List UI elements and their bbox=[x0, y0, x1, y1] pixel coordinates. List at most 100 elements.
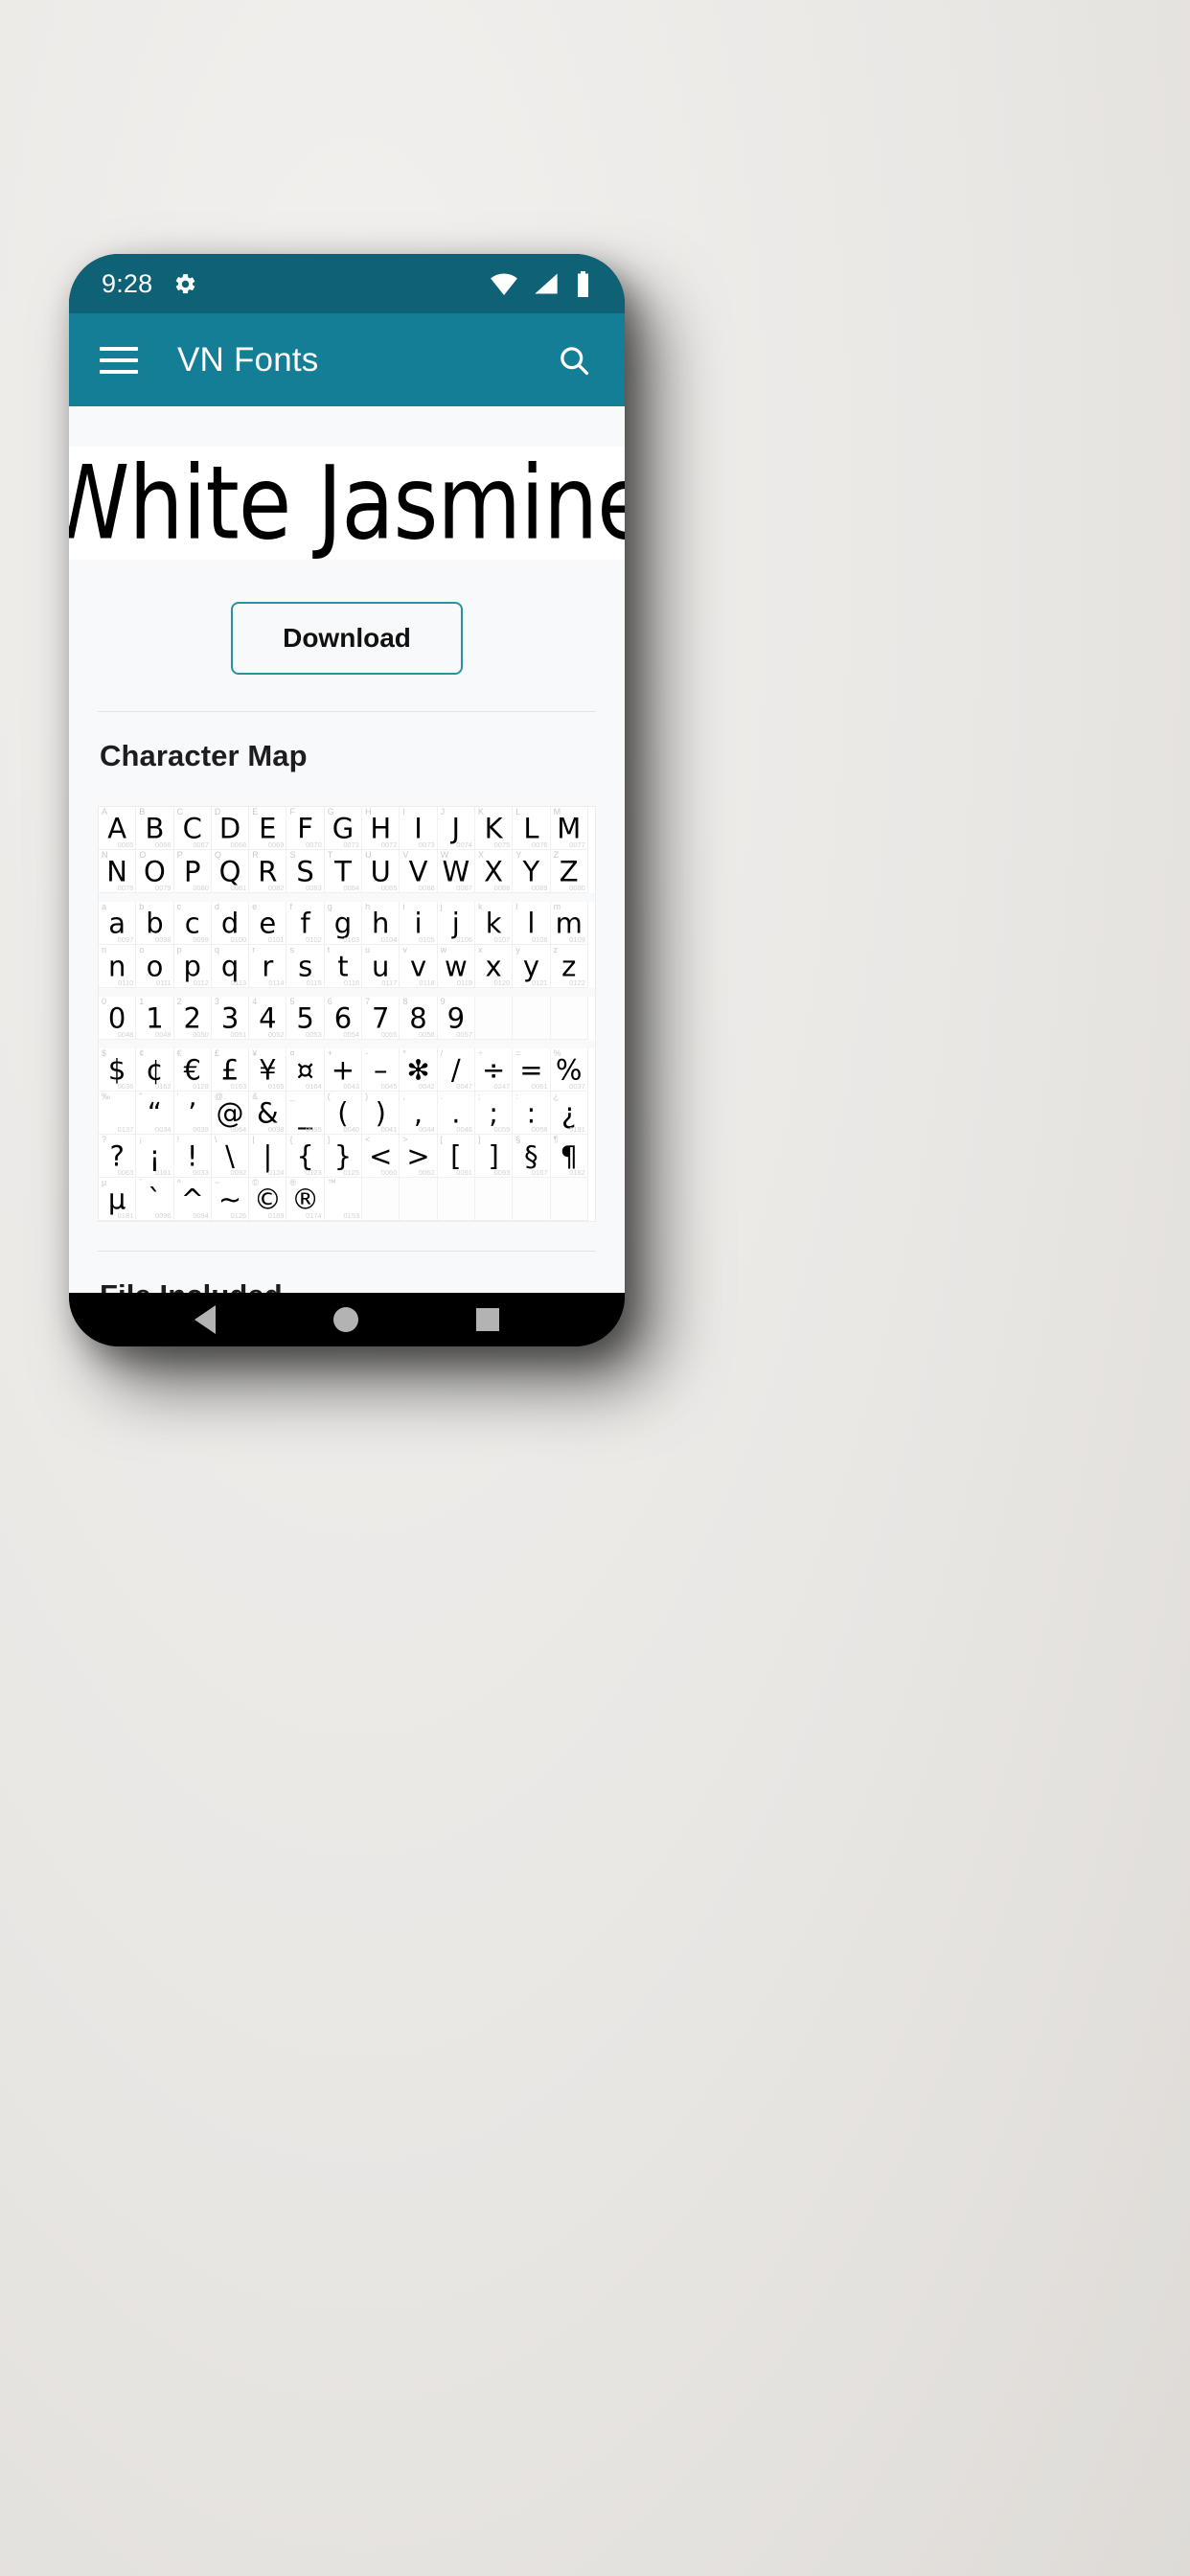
home-circle-icon[interactable] bbox=[332, 1307, 358, 1332]
character-cell[interactable]: M M 0077 bbox=[550, 807, 588, 850]
download-button[interactable]: Download bbox=[231, 602, 463, 675]
recents-square-icon[interactable] bbox=[475, 1308, 499, 1331]
character-cell[interactable]: t t 0116 bbox=[324, 945, 363, 988]
character-cell[interactable]: ` ` 0096 bbox=[136, 1178, 174, 1221]
character-cell[interactable]: ¤ ¤ 0164 bbox=[286, 1048, 325, 1092]
character-cell[interactable]: r r 0114 bbox=[249, 945, 287, 988]
character-cell[interactable]: k k 0107 bbox=[474, 902, 514, 945]
character-cell[interactable]: ¶ ¶ 0182 bbox=[550, 1135, 588, 1178]
character-cell[interactable]: i i 0105 bbox=[400, 902, 438, 945]
character-cell[interactable]: 0 0 0048 bbox=[99, 997, 137, 1040]
character-cell[interactable]: {{0123 bbox=[286, 1135, 325, 1178]
character-cell[interactable]: \ \ 0092 bbox=[211, 1135, 250, 1178]
character-cell[interactable]: p p 0112 bbox=[173, 945, 212, 988]
character-cell[interactable]: .. 0046 bbox=[437, 1092, 475, 1135]
character-cell[interactable]: J J 0074 bbox=[437, 807, 475, 850]
character-cell[interactable]: D D 0068 bbox=[211, 807, 250, 850]
character-cell[interactable]: j j 0106 bbox=[437, 902, 475, 945]
character-cell[interactable]: N N 0078 bbox=[99, 850, 137, 893]
character-cell[interactable]: § § 0167 bbox=[513, 1135, 551, 1178]
character-cell[interactable]: ;; 0059 bbox=[474, 1092, 514, 1135]
character-cell[interactable]: x x 0120 bbox=[474, 945, 514, 988]
character-cell[interactable]: l l 0108 bbox=[513, 902, 551, 945]
character-cell[interactable]: E E 0069 bbox=[249, 807, 287, 850]
character-cell[interactable]: g g 0103 bbox=[324, 902, 363, 945]
character-cell[interactable]: Y Y 0089 bbox=[513, 850, 551, 893]
character-cell[interactable]: ]] 0093 bbox=[474, 1135, 514, 1178]
character-cell[interactable]: n n 0110 bbox=[99, 945, 137, 988]
character-cell[interactable]: h h 0104 bbox=[362, 902, 400, 945]
character-cell[interactable]: H H 0072 bbox=[362, 807, 400, 850]
character-cell[interactable]: c c 0099 bbox=[173, 902, 212, 945]
character-cell[interactable]: 5 5 0053 bbox=[286, 997, 325, 1040]
character-cell[interactable]: %% 0037 bbox=[550, 1048, 588, 1092]
character-cell[interactable]: € €0128 bbox=[173, 1048, 212, 1092]
character-cell[interactable]: F F 0070 bbox=[286, 807, 325, 850]
character-cell[interactable]: ® ® 0174 bbox=[286, 1178, 325, 1221]
character-cell[interactable]: ((0040 bbox=[324, 1092, 363, 1135]
character-cell[interactable]: _ _ 0095 bbox=[286, 1092, 325, 1135]
character-cell[interactable]: 7 7 0055 bbox=[362, 997, 400, 1040]
character-cell[interactable]: & & 0038 bbox=[249, 1092, 287, 1135]
character-cell[interactable]: G G 0071 bbox=[324, 807, 363, 850]
character-cell[interactable]: £ £0163 bbox=[211, 1048, 250, 1092]
character-cell[interactable]: U U 0085 bbox=[362, 850, 400, 893]
character-cell[interactable]: ::0058 bbox=[513, 1092, 551, 1135]
character-cell[interactable]: ¿ ¿ 0191 bbox=[550, 1092, 588, 1135]
character-cell[interactable]: d d 0100 bbox=[211, 902, 250, 945]
character-cell[interactable]: 1 1 0049 bbox=[136, 997, 174, 1040]
character-cell[interactable]: m m 0109 bbox=[550, 902, 588, 945]
character-cell[interactable]: 8 8 0056 bbox=[400, 997, 438, 1040]
character-cell[interactable]: }} 0125 bbox=[324, 1135, 363, 1178]
character-cell[interactable]: W W 0087 bbox=[437, 850, 475, 893]
character-cell[interactable]: T T 0084 bbox=[324, 850, 363, 893]
character-cell[interactable]: q q 0113 bbox=[211, 945, 250, 988]
character-cell[interactable]: Q Q 0081 bbox=[211, 850, 250, 893]
character-cell[interactable]: X X 0088 bbox=[474, 850, 514, 893]
character-cell[interactable]: @ @0064 bbox=[211, 1092, 250, 1135]
character-cell[interactable]: µ µ 0181 bbox=[99, 1178, 137, 1221]
character-cell[interactable]: ¢ ¢ 0162 bbox=[136, 1048, 174, 1092]
character-cell[interactable]: L L 0076 bbox=[513, 807, 551, 850]
character-cell[interactable]: Z Z 0090 bbox=[550, 850, 588, 893]
character-cell[interactable]: !! 0033 bbox=[173, 1135, 212, 1178]
character-cell[interactable]: ¡ ¡ 0161 bbox=[136, 1135, 174, 1178]
character-cell[interactable]: '’ 0039 bbox=[173, 1092, 212, 1135]
character-cell[interactable]: f f 0102 bbox=[286, 902, 325, 945]
character-cell[interactable]: v v 0118 bbox=[400, 945, 438, 988]
character-cell[interactable]: ?? 0063 bbox=[99, 1135, 137, 1178]
search-icon[interactable] bbox=[552, 338, 596, 382]
character-cell[interactable]: V V 0086 bbox=[400, 850, 438, 893]
character-cell[interactable]: 6 6 0054 bbox=[324, 997, 363, 1040]
character-cell[interactable]: ,, 0044 bbox=[400, 1092, 438, 1135]
character-cell[interactable]: ^ ^ 0094 bbox=[173, 1178, 212, 1221]
character-cell[interactable]: " “0034 bbox=[136, 1092, 174, 1135]
character-cell[interactable]: I I 0073 bbox=[400, 807, 438, 850]
character-cell[interactable]: a a 0097 bbox=[99, 902, 137, 945]
character-cell[interactable]: ÷ ÷ 0247 bbox=[474, 1048, 514, 1092]
character-cell[interactable]: ~ ~0126 bbox=[211, 1178, 250, 1221]
back-triangle-icon[interactable] bbox=[195, 1305, 217, 1334]
character-cell[interactable]: 2 2 0050 bbox=[173, 997, 212, 1040]
character-cell[interactable]: b b 0098 bbox=[136, 902, 174, 945]
character-cell[interactable]: o o 0111 bbox=[136, 945, 174, 988]
character-cell[interactable]: 3 3 0051 bbox=[211, 997, 250, 1040]
character-cell[interactable]: B B 0066 bbox=[136, 807, 174, 850]
character-cell[interactable]: O O 0079 bbox=[136, 850, 174, 893]
character-cell[interactable]: © © 0169 bbox=[249, 1178, 287, 1221]
character-cell[interactable]: + +0043 bbox=[324, 1048, 363, 1092]
character-cell[interactable]: 9 9 0057 bbox=[437, 997, 475, 1040]
character-cell[interactable]: | | 0124 bbox=[249, 1135, 287, 1178]
hamburger-menu-icon[interactable] bbox=[100, 346, 138, 374]
character-cell[interactable]: A A 0065 bbox=[99, 807, 137, 850]
character-cell[interactable]: = = 0061 bbox=[513, 1048, 551, 1092]
character-cell[interactable]: y y 0121 bbox=[513, 945, 551, 988]
character-cell[interactable]: ‰ 0137 bbox=[99, 1092, 137, 1135]
character-cell[interactable]: u u 0117 bbox=[362, 945, 400, 988]
character-cell[interactable]: $ $0036 bbox=[99, 1048, 137, 1092]
character-cell[interactable]: z z 0122 bbox=[550, 945, 588, 988]
character-cell[interactable]: s s 0115 bbox=[286, 945, 325, 988]
character-cell[interactable]: S S 0083 bbox=[286, 850, 325, 893]
character-cell[interactable]: - –0045 bbox=[362, 1048, 400, 1092]
character-cell[interactable]: P P 0080 bbox=[173, 850, 212, 893]
